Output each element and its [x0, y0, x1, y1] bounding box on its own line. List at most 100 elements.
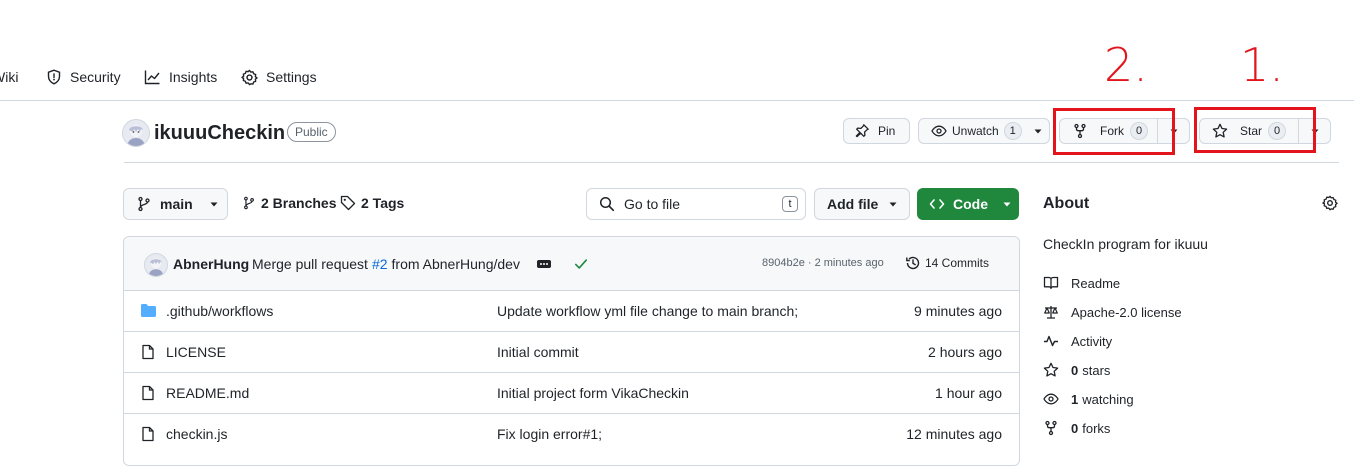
commit-message-prefix[interactable]: Merge pull request [252, 256, 368, 272]
nav-security-label: Security [70, 69, 121, 85]
branch-icon [136, 196, 152, 212]
table-row[interactable]: .github/workflows Update workflow yml fi… [124, 290, 1020, 331]
table-row[interactable]: LICENSE Initial commit 2 hours ago [124, 331, 1020, 372]
activity-label: Activity [1071, 333, 1113, 349]
go-to-file-placeholder: Go to file [624, 196, 681, 212]
branch-icon [242, 195, 256, 211]
file-commit-time: 12 minutes ago [906, 426, 1002, 442]
commit-message-suffix[interactable]: from AbnerHung/dev [392, 256, 520, 272]
stars-label: stars [1082, 362, 1111, 378]
shield-icon [46, 69, 62, 85]
about-heading: About [1043, 195, 1090, 212]
gear-icon [241, 69, 258, 86]
branch-select[interactable]: main [123, 188, 228, 220]
readme-link[interactable]: Readme [1043, 275, 1120, 291]
caret-down-icon [1033, 126, 1043, 136]
file-commit-time: 2 hours ago [928, 344, 1002, 360]
book-icon [1043, 275, 1059, 291]
go-to-file-input[interactable]: Go to file t [586, 188, 806, 220]
nav-security[interactable]: Security [46, 66, 121, 88]
about-settings-button[interactable] [1322, 195, 1338, 211]
shortcut-key: t [782, 196, 798, 212]
file-icon [140, 385, 156, 401]
code-label: Code [953, 196, 988, 212]
law-icon [1043, 304, 1059, 320]
commit-author[interactable]: AbnerHung [173, 256, 249, 272]
caret-down-icon [1002, 199, 1012, 209]
forks-label: forks [1082, 420, 1111, 436]
search-icon [599, 196, 615, 212]
add-file-label: Add file [827, 196, 879, 212]
tags-count: 2 Tags [361, 195, 405, 211]
stars-text: 0 stars [1071, 363, 1110, 378]
repo-name[interactable]: ikuuuCheckin [154, 120, 285, 146]
author-avatar[interactable] [144, 253, 168, 277]
eye-icon [931, 123, 947, 139]
commit-hash-time[interactable]: 8904b2e · 2 minutes ago [762, 257, 884, 269]
tags-link[interactable]: 2 Tags [340, 195, 404, 211]
commit-pr-link[interactable]: #2 [372, 256, 388, 272]
file-name[interactable]: checkin.js [166, 426, 227, 442]
code-button[interactable]: Code [917, 188, 1019, 220]
nav-insights[interactable]: Insights [144, 66, 217, 88]
file-icon [140, 344, 156, 360]
pin-label: Pin [878, 124, 896, 138]
license-label: Apache-2.0 license [1071, 304, 1182, 320]
caret-down-icon [888, 199, 898, 209]
latest-commit-bar: AbnerHung Merge pull request #2 from Abn… [124, 237, 1019, 290]
watching-link[interactable]: 1 watching [1043, 391, 1134, 407]
unwatch-button[interactable]: Unwatch 1 [918, 118, 1050, 144]
header-divider [124, 162, 1339, 163]
forks-count: 0 [1071, 420, 1079, 436]
annotation-label-fork: 2. [1104, 38, 1148, 92]
check-icon[interactable] [574, 257, 588, 271]
nav-settings-label: Settings [266, 69, 317, 85]
readme-label: Readme [1071, 275, 1121, 291]
annotation-box-fork [1053, 108, 1175, 155]
watching-text: 1 watching [1071, 392, 1134, 407]
nav-wiki-label: Wiki [0, 69, 19, 85]
pin-button[interactable]: Pin [843, 118, 910, 144]
file-name[interactable]: .github/workflows [166, 303, 273, 319]
file-icon [140, 426, 156, 442]
tag-icon [340, 195, 356, 211]
gear-icon [1322, 195, 1338, 211]
branches-link[interactable]: 2 Branches [242, 195, 336, 211]
stars-link[interactable]: 0 stars [1043, 362, 1110, 378]
stars-count: 0 [1071, 362, 1079, 378]
eye-icon [1043, 391, 1059, 407]
table-row[interactable]: README.md Initial project form VikaCheck… [124, 372, 1020, 413]
commits-count: 14 Commits [925, 256, 990, 270]
nav-insights-label: Insights [169, 69, 218, 85]
unwatch-label: Unwatch [952, 124, 999, 138]
branch-name: main [160, 196, 193, 212]
file-commit-message[interactable]: Initial project form VikaCheckin [497, 385, 689, 401]
pin-icon [854, 123, 870, 139]
activity-link[interactable]: Activity [1043, 333, 1112, 349]
graph-icon [144, 69, 161, 85]
file-commit-time: 1 hour ago [935, 385, 1002, 401]
license-link[interactable]: Apache-2.0 license [1043, 304, 1182, 320]
annotation-label-star: 1. [1240, 38, 1284, 92]
folder-icon [140, 303, 157, 318]
file-commit-message[interactable]: Fix login error#1; [497, 426, 602, 442]
file-commit-message[interactable]: Initial commit [497, 344, 579, 360]
file-name[interactable]: README.md [166, 385, 249, 401]
nav-settings[interactable]: Settings [241, 66, 317, 88]
nav-wiki[interactable]: Wiki [0, 66, 18, 88]
file-name[interactable]: LICENSE [166, 344, 226, 360]
code-icon [929, 196, 945, 212]
file-commit-message[interactable]: Update workflow yml file change to main … [497, 303, 798, 319]
commits-link[interactable]: 14 Commits [905, 255, 989, 271]
annotation-box-star [1194, 107, 1316, 153]
about-description: CheckIn program for ikuuu [1043, 236, 1208, 252]
branches-count: 2 Branches [261, 195, 337, 211]
star-icon [1043, 362, 1059, 378]
forks-text: 0 forks [1071, 421, 1110, 436]
watching-label: watching [1082, 391, 1134, 407]
expand-commit-button[interactable] [536, 257, 552, 271]
owner-avatar[interactable] [122, 119, 150, 147]
add-file-button[interactable]: Add file [814, 188, 910, 220]
nav-divider [0, 100, 1354, 101]
forks-link[interactable]: 0 forks [1043, 420, 1110, 436]
